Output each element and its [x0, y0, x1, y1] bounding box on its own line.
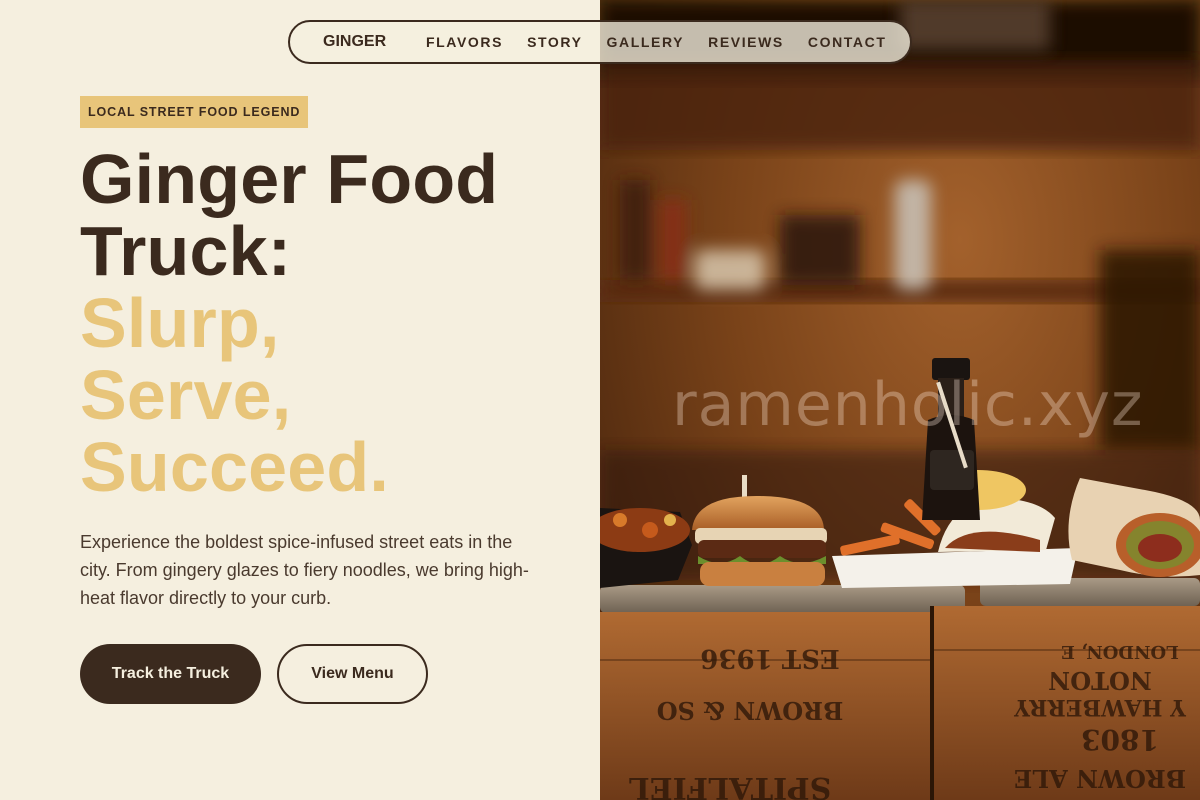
crate-stencil-8: BROWN ALE	[1014, 764, 1186, 793]
track-truck-button[interactable]: Track the Truck	[80, 644, 261, 704]
crate-stencil-4: LONDON, E	[1061, 641, 1179, 662]
nav-link-gallery[interactable]: GALLERY	[607, 34, 685, 50]
watermark-text: ramenholic.xyz	[672, 370, 1144, 440]
view-menu-button[interactable]: View Menu	[277, 644, 428, 704]
crate-stencil-5: NOTON	[1048, 666, 1152, 695]
top-nav: GINGER FLAVORS STORY GALLERY REVIEWS CON…	[288, 20, 912, 64]
title-line-1: Ginger Food	[80, 140, 499, 218]
page-title: Ginger Food Truck: Slurp, Serve, Succeed…	[80, 143, 498, 503]
crate-stencil-1: EST 1936	[700, 643, 839, 673]
nav-links: FLAVORS STORY GALLERY REVIEWS CONTACT	[426, 34, 886, 50]
title-line-2: Truck:	[80, 212, 292, 290]
crate-stencil-6: Y HAWBERRY	[1014, 694, 1187, 720]
landing-page: EST 1936 BROWN & SO SPITALFIEL LONDON, E…	[0, 0, 1200, 800]
title-accent-line-1: Slurp,	[80, 284, 280, 362]
brand-logo[interactable]: GINGER	[323, 33, 393, 51]
nav-link-contact[interactable]: CONTACT	[808, 34, 887, 50]
nav-link-reviews[interactable]: REVIEWS	[708, 34, 784, 50]
crate-stencil-3: SPITALFIEL	[629, 770, 832, 800]
nav-link-story[interactable]: STORY	[527, 34, 582, 50]
tagline-badge: LOCAL STREET FOOD LEGEND	[80, 96, 309, 128]
title-accent-line-2: Serve,	[80, 356, 292, 434]
crate-stencil-7: 1803	[1081, 723, 1159, 756]
crate-stencil-2: BROWN & SO	[657, 696, 844, 725]
hero-description: Experience the boldest spice-infused str…	[80, 532, 529, 608]
title-accent-line-3: Succeed.	[80, 428, 389, 506]
nav-link-flavors[interactable]: FLAVORS	[426, 34, 503, 50]
hero-food-photo: EST 1936 BROWN & SO SPITALFIEL LONDON, E…	[600, 0, 1200, 800]
